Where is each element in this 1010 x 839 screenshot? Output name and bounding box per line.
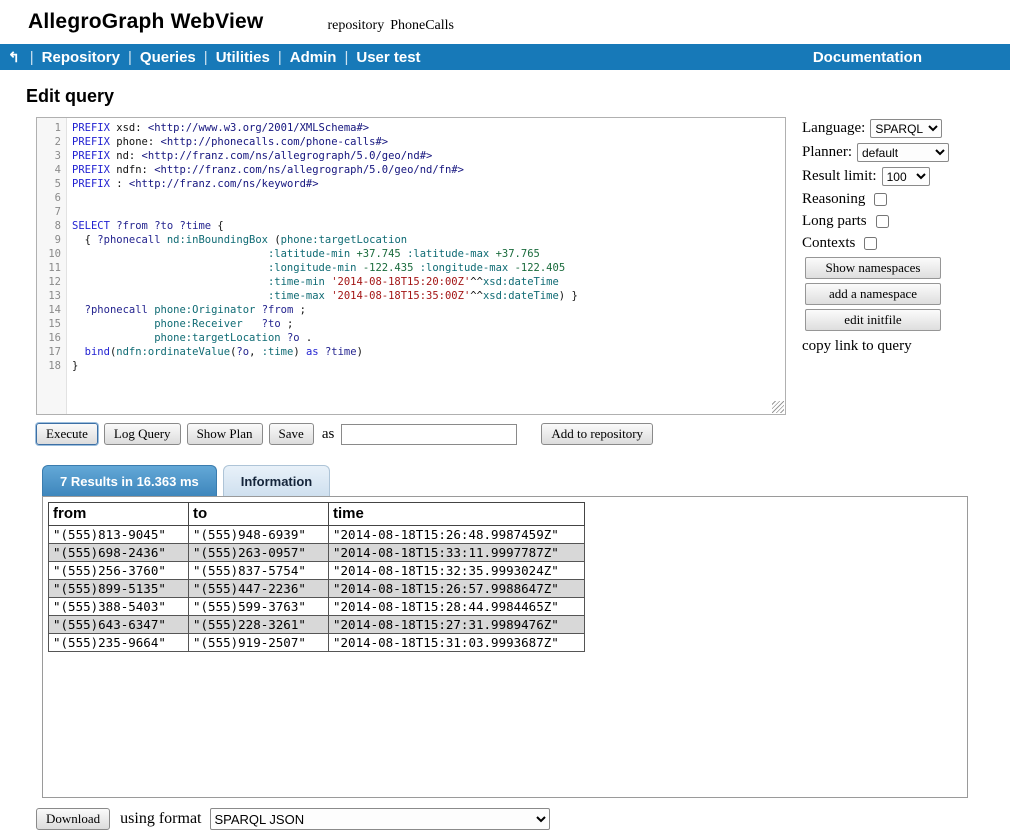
table-cell: "2014-08-18T15:32:35.9993024Z" — [329, 562, 585, 580]
copy-link-to-query[interactable]: copy link to query — [802, 338, 974, 355]
contexts-checkbox[interactable] — [864, 237, 877, 250]
page-title: Edit query — [26, 86, 1010, 107]
table-cell: "(555)919-2507" — [189, 634, 329, 652]
table-row[interactable]: "(555)235-9664""(555)919-2507""2014-08-1… — [49, 634, 585, 652]
save-button[interactable]: Save — [269, 423, 314, 445]
show-plan-button[interactable]: Show Plan — [187, 423, 263, 445]
table-row[interactable]: "(555)256-3760""(555)837-5754""2014-08-1… — [49, 562, 585, 580]
nav-user-test[interactable]: User test — [356, 49, 420, 66]
table-cell: "(555)447-2236" — [189, 580, 329, 598]
table-cell: "(555)263-0957" — [189, 544, 329, 562]
table-cell: "(555)813-9045" — [49, 526, 189, 544]
planner-select[interactable]: default — [857, 143, 949, 162]
column-header-from[interactable]: from — [49, 503, 189, 526]
table-header-row: from to time — [49, 503, 585, 526]
result-limit-select[interactable]: 100 — [882, 167, 930, 186]
editor-resize-handle[interactable] — [772, 401, 784, 413]
nav-repository[interactable]: Repository — [42, 49, 120, 66]
table-row[interactable]: "(555)813-9045""(555)948-6939""2014-08-1… — [49, 526, 585, 544]
editor-line-numbers: 123456789101112131415161718 — [37, 118, 67, 414]
table-cell: "(555)837-5754" — [189, 562, 329, 580]
download-button[interactable]: Download — [36, 808, 110, 830]
repository-name: PhoneCalls — [390, 18, 454, 33]
table-row[interactable]: "(555)643-6347""(555)228-3261""2014-08-1… — [49, 616, 585, 634]
table-cell: "2014-08-18T15:26:48.9987459Z" — [329, 526, 585, 544]
contexts-label: Contexts — [802, 235, 855, 252]
table-cell: "2014-08-18T15:33:11.9997787Z" — [329, 544, 585, 562]
query-editor[interactable]: 123456789101112131415161718 PREFIX xsd: … — [36, 117, 786, 415]
nav-utilities[interactable]: Utilities — [216, 49, 270, 66]
query-options-panel: Language: SPARQL Planner: default Result… — [802, 117, 974, 415]
column-header-to[interactable]: to — [189, 503, 329, 526]
results-tab-bar: 7 Results in 16.363 ms Information — [42, 465, 1010, 496]
nav-separator: | — [278, 49, 282, 66]
tab-results[interactable]: 7 Results in 16.363 ms — [42, 465, 217, 496]
tab-information[interactable]: Information — [223, 465, 331, 496]
results-table: from to time "(555)813-9045""(555)948-69… — [48, 502, 585, 652]
planner-label: Planner: — [802, 144, 852, 161]
add-to-repository-button[interactable]: Add to repository — [541, 423, 653, 445]
reasoning-label: Reasoning — [802, 191, 865, 208]
repository-label: repository PhoneCalls — [327, 18, 454, 34]
nav-queries[interactable]: Queries — [140, 49, 196, 66]
navbar: ↰ | Repository | Queries | Utilities | A… — [0, 44, 1010, 70]
app-header: AllegroGraph WebView repository PhoneCall… — [0, 0, 1010, 44]
execute-button[interactable]: Execute — [36, 423, 98, 445]
download-format-select[interactable]: SPARQL JSON — [210, 808, 550, 830]
table-cell: "(555)643-6347" — [49, 616, 189, 634]
add-namespace-button[interactable]: add a namespace — [805, 283, 941, 305]
nav-separator: | — [128, 49, 132, 66]
table-cell: "(555)599-3763" — [189, 598, 329, 616]
table-row[interactable]: "(555)698-2436""(555)263-0957""2014-08-1… — [49, 544, 585, 562]
back-icon[interactable]: ↰ — [8, 49, 20, 66]
table-row[interactable]: "(555)899-5135""(555)447-2236""2014-08-1… — [49, 580, 585, 598]
query-toolbar: Execute Log Query Show Plan Save as Add … — [36, 423, 1010, 445]
table-cell: "(555)235-9664" — [49, 634, 189, 652]
editor-code[interactable]: PREFIX xsd: <http://www.w3.org/2001/XMLS… — [67, 118, 785, 414]
table-cell: "(555)388-5403" — [49, 598, 189, 616]
nav-separator: | — [204, 49, 208, 66]
repository-word: repository — [327, 18, 384, 33]
nav-separator: | — [344, 49, 348, 66]
reasoning-checkbox[interactable] — [874, 193, 887, 206]
table-cell: "(555)899-5135" — [49, 580, 189, 598]
log-query-button[interactable]: Log Query — [104, 423, 181, 445]
save-name-input[interactable] — [341, 424, 517, 445]
table-cell: "(555)698-2436" — [49, 544, 189, 562]
edit-initfile-button[interactable]: edit initfile — [805, 309, 941, 331]
table-cell: "(555)256-3760" — [49, 562, 189, 580]
table-cell: "2014-08-18T15:31:03.9993687Z" — [329, 634, 585, 652]
table-cell: "(555)948-6939" — [189, 526, 329, 544]
main-content: Edit query 123456789101112131415161718 P… — [0, 86, 1010, 830]
nav-admin[interactable]: Admin — [290, 49, 337, 66]
save-as-label: as — [322, 426, 335, 443]
language-label: Language: — [802, 120, 865, 137]
table-cell: "2014-08-18T15:26:57.9988647Z" — [329, 580, 585, 598]
column-header-time[interactable]: time — [329, 503, 585, 526]
nav-separator: | — [30, 49, 34, 66]
nav-documentation[interactable]: Documentation — [813, 49, 922, 66]
app-title: AllegroGraph WebView — [28, 10, 263, 34]
table-row[interactable]: "(555)388-5403""(555)599-3763""2014-08-1… — [49, 598, 585, 616]
language-select[interactable]: SPARQL — [870, 119, 942, 138]
long-parts-checkbox[interactable] — [876, 215, 889, 228]
results-panel: from to time "(555)813-9045""(555)948-69… — [42, 496, 968, 798]
download-bar: Download using format SPARQL JSON — [36, 808, 1010, 830]
table-cell: "2014-08-18T15:27:31.9989476Z" — [329, 616, 585, 634]
result-limit-label: Result limit: — [802, 168, 877, 185]
using-format-label: using format — [120, 810, 201, 828]
long-parts-label: Long parts — [802, 213, 867, 230]
table-cell: "(555)228-3261" — [189, 616, 329, 634]
table-cell: "2014-08-18T15:28:44.9984465Z" — [329, 598, 585, 616]
show-namespaces-button[interactable]: Show namespaces — [805, 257, 941, 279]
